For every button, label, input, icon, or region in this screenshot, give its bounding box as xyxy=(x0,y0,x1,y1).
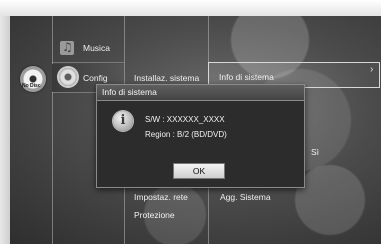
option-item-si[interactable]: Sì xyxy=(311,147,319,157)
submenu-item-installaz-sistema[interactable]: Installaz. sistema xyxy=(134,73,199,83)
option-item-label: Info di sistema xyxy=(219,72,274,82)
ok-button[interactable]: OK xyxy=(173,163,225,179)
main-menu-item-musica[interactable]: Musica xyxy=(52,33,124,63)
screen-left-strip xyxy=(0,16,10,244)
submenu-item-impostaz-rete[interactable]: Impostaz. rete xyxy=(134,192,188,202)
system-info-dialog: Info di sistema S/W : XXXXXX_XXXX Region… xyxy=(96,84,305,188)
disc-status-label: No Disc xyxy=(22,83,41,89)
info-icon xyxy=(113,111,133,131)
dialog-title: Info di sistema xyxy=(102,87,157,97)
chevron-right-icon: › xyxy=(370,64,374,75)
option-item-agg-sistema[interactable]: Agg. Sistema xyxy=(220,192,271,202)
dialog-title-bar: Info di sistema xyxy=(97,85,304,101)
software-version-text: S/W : XXXXXX_XXXX xyxy=(145,115,225,124)
region-text: Region : B/2 (BD/DVD) xyxy=(145,130,227,139)
tv-screen: No Disc Musica Config Installaz. sistema… xyxy=(0,0,381,244)
main-menu-item-label: Musica xyxy=(83,43,110,53)
submenu-item-protezione[interactable]: Protezione xyxy=(134,210,175,220)
main-menu-item-label: Config xyxy=(83,73,108,83)
gear-icon xyxy=(59,68,77,86)
screen-top-frame xyxy=(0,0,381,16)
music-note-icon xyxy=(60,40,74,55)
